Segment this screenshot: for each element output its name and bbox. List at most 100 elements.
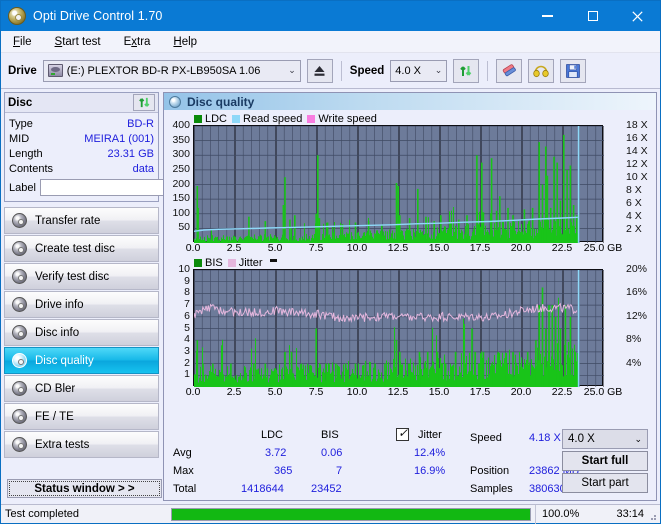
eject-button[interactable] — [306, 58, 333, 83]
sidebar-item-verify-test-disc[interactable]: Verify test disc — [4, 263, 159, 290]
sidebar-item-disc-quality[interactable]: Disc quality — [4, 347, 159, 374]
stats-panel: LDC BIS Jitter Speed 4.18 X Avg 3.72 0.0… — [164, 426, 656, 500]
menu-bar: File Start test Extra Help — [1, 31, 660, 53]
progress-fill — [172, 508, 530, 520]
content-area: Disc Type BD-R MID MEIRA1 (001) Length 2… — [1, 90, 660, 523]
legend-label-write-speed: Write speed — [318, 112, 377, 125]
y-tick-label: 4 — [184, 333, 190, 346]
disc-rows: Type BD-R MID MEIRA1 (001) Length 23.31 … — [5, 113, 242, 201]
sidebar-item-extra-tests[interactable]: Extra tests — [4, 431, 159, 458]
sidebar: Disc Type BD-R MID MEIRA1 (001) Length 2… — [4, 92, 242, 501]
stats-label-speed: Speed — [470, 432, 502, 444]
start-full-button[interactable]: Start full — [562, 451, 648, 471]
legend-label-jitter: Jitter — [238, 256, 263, 269]
disc-info-panel: Disc Type BD-R MID MEIRA1 (001) Length 2… — [4, 92, 242, 202]
legend-item-read-speed: Read speed — [232, 113, 302, 125]
disc-row-length-key: Length — [9, 147, 43, 160]
nav-list: Transfer rate Create test disc Verify te… — [4, 207, 159, 458]
y-tick-label: 100 — [172, 206, 190, 219]
minimize-button[interactable] — [525, 1, 570, 31]
y-tick-label: 8 — [184, 286, 190, 299]
minimize-icon — [542, 15, 553, 17]
checkbox-icon — [396, 426, 409, 441]
y-tick-label: 400 — [172, 119, 190, 131]
disc-row-mid-value: MEIRA1 (001) — [84, 132, 154, 145]
y-tick-label: 5 — [184, 321, 190, 334]
app-window: Opti Drive Control 1.70 File Start test … — [0, 0, 661, 524]
x-tick-label: 0.0 — [185, 386, 201, 398]
menu-extra-label: tra — [137, 35, 151, 48]
stats-speed-select[interactable]: 4.0 X ⌄ — [562, 429, 648, 449]
headphones-button[interactable] — [528, 58, 555, 83]
menu-start-test[interactable]: Start test — [52, 34, 104, 50]
close-button[interactable] — [615, 1, 660, 31]
x-tick-label: 10.0 — [346, 386, 368, 398]
disc-icon — [12, 325, 27, 340]
chevron-down-icon: ⌄ — [634, 433, 642, 444]
disc-refresh-button[interactable] — [133, 94, 155, 111]
sidebar-item-disc-info[interactable]: Disc info — [4, 319, 159, 346]
legend-item-ldc: LDC — [194, 113, 227, 125]
disc-icon — [12, 213, 27, 228]
sidebar-item-drive-info[interactable]: Drive info — [4, 291, 159, 318]
maximize-button[interactable] — [570, 1, 615, 31]
stats-bis-max: 7 — [336, 465, 343, 477]
main-panel-header: Disc quality — [164, 93, 656, 110]
resize-grip[interactable] — [648, 512, 658, 522]
speed-select[interactable]: 4.0 X ⌄ — [390, 59, 448, 82]
page-title: Disc quality — [187, 94, 255, 109]
speed-select-value: 4.0 X — [395, 64, 421, 77]
stats-grid: LDC BIS Jitter Speed 4.18 X Avg 3.72 0.0… — [169, 426, 651, 495]
save-button[interactable] — [560, 58, 587, 83]
menu-help[interactable]: Help — [170, 34, 200, 50]
disc-icon — [12, 241, 27, 256]
sidebar-item-label: CD Bler — [35, 382, 76, 395]
sidebar-item-label: Extra tests — [35, 438, 90, 451]
menu-file[interactable]: File — [10, 34, 35, 50]
chevron-down-icon: ⌄ — [288, 65, 296, 75]
window-controls — [525, 1, 660, 31]
sidebar-item-cd-bler[interactable]: CD Bler — [4, 375, 159, 402]
menu-extra[interactable]: Extra — [121, 34, 154, 50]
start-part-button[interactable]: Start part — [562, 473, 648, 493]
x-tick-label: 2.5 — [226, 242, 242, 254]
x-tick-label: 12.5 — [387, 386, 409, 398]
stats-bis-avg: 0.06 — [321, 447, 343, 459]
sidebar-item-transfer-rate[interactable]: Transfer rate — [4, 207, 159, 234]
y-tick-label: 1 — [184, 368, 190, 381]
chart-bis-y-axis-right: 4% 8% 12% 16% 20% — [624, 263, 654, 386]
x-tick-label: 22.5 — [551, 242, 573, 254]
chart-ldc-y-axis-right: 2 X4 X6 X8 X 10 X 12 X 14 X 16 X 18 X — [624, 119, 654, 242]
eraser-icon — [502, 64, 516, 77]
y2-tick-label: 4 X — [626, 210, 642, 222]
status-window-button[interactable]: Status window > > — [7, 479, 162, 498]
sidebar-item-label: Drive info — [35, 298, 84, 311]
toolbar: Drive (E:) PLEXTOR BD-R PX-LB950SA 1.06 … — [1, 53, 660, 89]
y2-tick-label: 18 X — [626, 119, 648, 131]
chart-ldc-y-axis-left: 50 100 150 200 250 300 350 400 — [166, 119, 192, 242]
sidebar-item-fe-te[interactable]: FE / TE — [4, 403, 159, 430]
erase-button[interactable] — [496, 58, 523, 83]
refresh-button[interactable] — [453, 58, 480, 83]
y-tick-label: 250 — [172, 162, 190, 175]
stats-jitter-max: 16.9% — [414, 465, 446, 477]
stats-ldc-avg: 3.72 — [265, 447, 287, 459]
disc-icon — [12, 381, 27, 396]
legend-label-ldc: LDC — [205, 112, 228, 125]
disc-label-row: Label — [9, 178, 242, 197]
sidebar-item-create-test-disc[interactable]: Create test disc — [4, 235, 159, 262]
chart-bis-canvas — [193, 269, 604, 387]
refresh-arrows-icon — [138, 97, 149, 108]
chart-ldc-legend: LDC Read speed Write speed — [166, 112, 654, 125]
progress-bar — [171, 507, 531, 521]
sidebar-item-label: Disc info — [35, 326, 80, 339]
jitter-checkbox[interactable] — [396, 426, 409, 442]
y2-tick-label: 12 X — [626, 158, 648, 170]
drive-icon — [47, 64, 63, 77]
disc-icon — [12, 353, 27, 368]
drive-select[interactable]: (E:) PLEXTOR BD-R PX-LB950SA 1.06 ⌄ — [42, 59, 301, 82]
y-tick-label: 10 — [178, 263, 190, 275]
x-tick-label: 0.0 — [185, 242, 201, 254]
legend-swatch-write-speed — [307, 114, 316, 123]
y2-tick-label: 16 X — [626, 132, 648, 144]
